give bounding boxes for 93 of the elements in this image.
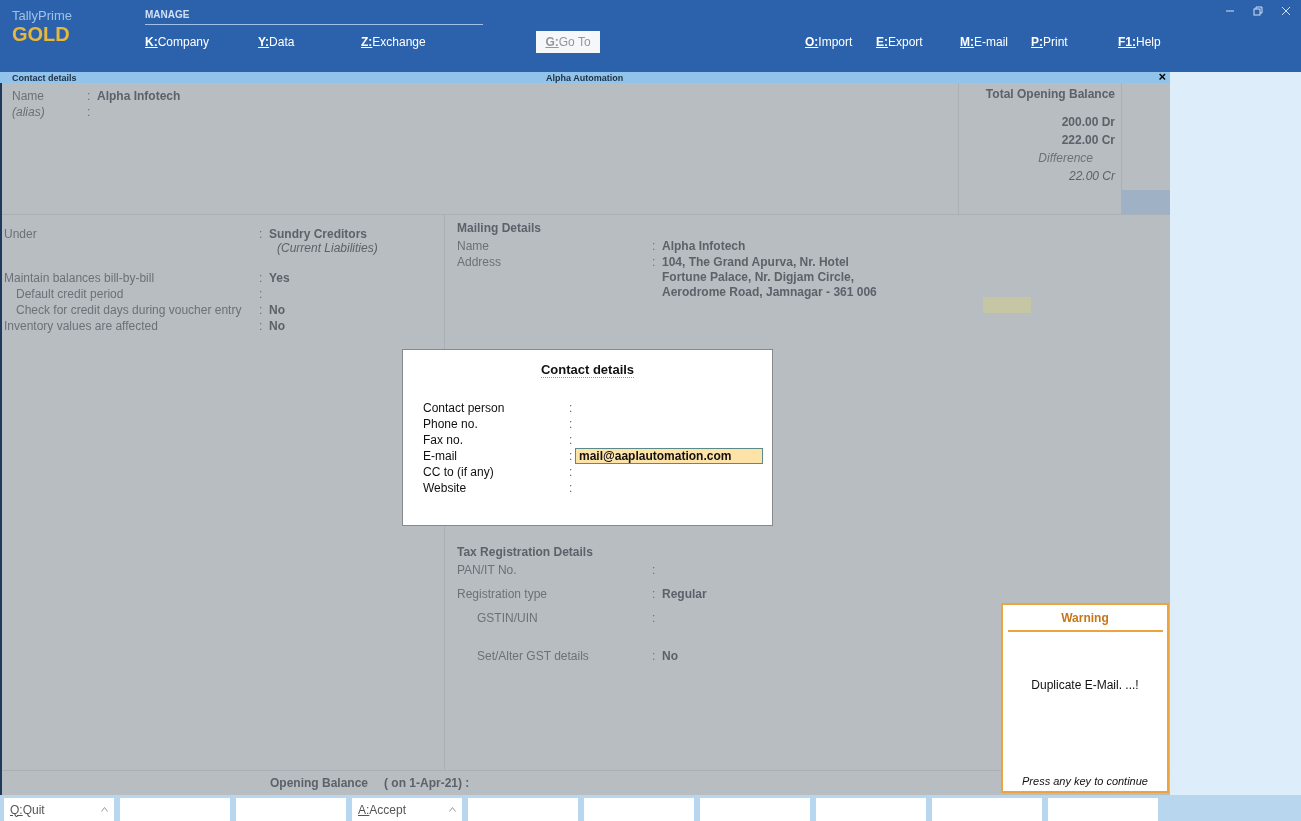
edition-label: GOLD: [12, 23, 71, 45]
field-label: GSTIN/UIN: [476, 611, 539, 625]
close-button[interactable]: ×: [1158, 70, 1166, 83]
address-line: Fortune Palace, Nr. Digjam Circle,: [662, 270, 856, 284]
field-label: Default credit period: [15, 287, 125, 301]
address-line: Aerodrome Road, Jamnagar - 361 006: [662, 285, 877, 299]
colon: :: [652, 649, 657, 663]
balance-date: ( on 1-Apr-21) :: [384, 776, 470, 790]
product-name: TallyPrime: [12, 8, 73, 23]
field-value: Sundry Creditors: [269, 227, 368, 241]
field-label: CC to (if any): [423, 465, 495, 479]
field-label: Under: [4, 227, 38, 241]
colon: :: [259, 227, 264, 241]
warning-title: Warning: [1007, 605, 1163, 632]
field-label: E-mail: [423, 449, 458, 463]
field-label: Name: [12, 89, 45, 103]
field-label: Inventory values are affected: [4, 319, 159, 333]
menu-button[interactable]: E:Export: [876, 33, 923, 51]
highlight-block: [983, 297, 1031, 313]
field-label: Registration type: [457, 587, 549, 601]
function-button[interactable]: Q:Quit: [4, 798, 114, 821]
field-value: Yes: [269, 271, 290, 285]
field-label: Maintain balances bill-by-bill: [4, 271, 156, 285]
field-label: Opening Balance: [270, 776, 369, 790]
input-field[interactable]: mail@aaplautomation.com: [575, 448, 763, 464]
close-icon[interactable]: [1281, 6, 1291, 16]
field-label: PAN/IT No.: [457, 563, 518, 577]
function-button[interactable]: [816, 798, 926, 821]
colon: :: [259, 319, 264, 333]
caret-icon: [101, 807, 108, 812]
field-label: Check for credit days during voucher entry: [15, 303, 243, 317]
difference-label: Difference: [1038, 151, 1094, 165]
colon: :: [569, 465, 574, 479]
window-title: Contact details: [12, 72, 77, 83]
address-line: 104, The Grand Apurva, Nr. Hotel: [662, 255, 850, 269]
field-label: Set/Alter GST details: [476, 649, 590, 663]
field-label: (alias): [12, 105, 46, 119]
colon: :: [87, 89, 92, 103]
field-label: Address: [457, 255, 503, 269]
function-button[interactable]: [932, 798, 1042, 821]
field-value: No: [269, 303, 285, 317]
field-label: Website: [423, 481, 468, 495]
field-label: Phone no.: [423, 417, 479, 431]
colon: :: [569, 449, 574, 463]
debit-amount: 200.00 Dr: [1061, 115, 1115, 129]
field-label: Name: [457, 239, 490, 253]
continue-hint: Press any key to continue: [1022, 775, 1148, 787]
colon: :: [87, 105, 92, 119]
section-label: MANAGE: [145, 7, 483, 25]
warning-message: Duplicate E-Mail. ...!: [1031, 678, 1139, 692]
field-value: Alpha Infotech: [662, 239, 746, 253]
caret-icon: [449, 807, 456, 812]
menu-button[interactable]: K:Company: [145, 33, 210, 51]
colon: :: [652, 239, 657, 253]
scroll-block: [1122, 190, 1170, 214]
colon: :: [569, 401, 574, 415]
colon: :: [569, 481, 574, 495]
function-button[interactable]: [468, 798, 578, 821]
restore-icon[interactable]: [1253, 6, 1263, 16]
section-heading: Mailing Details: [457, 221, 543, 235]
colon: :: [569, 433, 574, 447]
menu-button[interactable]: P:Print: [1031, 33, 1068, 51]
field-label: Contact person: [423, 401, 506, 415]
menu-button[interactable]: F1:Help: [1118, 33, 1161, 51]
function-button[interactable]: [236, 798, 346, 821]
function-button[interactable]: [1048, 798, 1158, 821]
field-value: No: [662, 649, 678, 663]
colon: :: [259, 287, 264, 301]
field-label: Fax no.: [423, 433, 465, 447]
menu-button[interactable]: Z:Exchange: [361, 33, 426, 51]
colon: :: [259, 271, 264, 285]
colon: :: [652, 587, 657, 601]
colon: :: [259, 303, 264, 317]
colon: :: [652, 611, 657, 625]
colon: :: [652, 563, 657, 577]
function-button[interactable]: [700, 798, 810, 821]
difference-amount: 22.00 Cr: [1068, 169, 1115, 183]
ledger-name: Alpha Infotech: [97, 89, 181, 103]
section-heading: Tax Registration Details: [457, 545, 594, 559]
group-note: (Current Liabilities): [276, 241, 378, 255]
menu-button[interactable]: Y:Data: [258, 33, 295, 51]
colon: :: [569, 417, 574, 431]
menu-button[interactable]: M:E-mail: [960, 33, 1008, 51]
function-button[interactable]: [120, 798, 230, 821]
function-button[interactable]: A:Accept: [352, 798, 462, 821]
company-name: Alpha Automation: [546, 72, 624, 83]
menu-button[interactable]: O:Import: [805, 33, 853, 51]
credit-amount: 222.00 Cr: [1061, 133, 1115, 147]
field-value: No: [269, 319, 285, 333]
colon: :: [652, 255, 657, 269]
function-button[interactable]: [584, 798, 694, 821]
panel-title: Total Opening Balance: [985, 87, 1115, 101]
dialog-title: Contact details: [540, 362, 635, 378]
